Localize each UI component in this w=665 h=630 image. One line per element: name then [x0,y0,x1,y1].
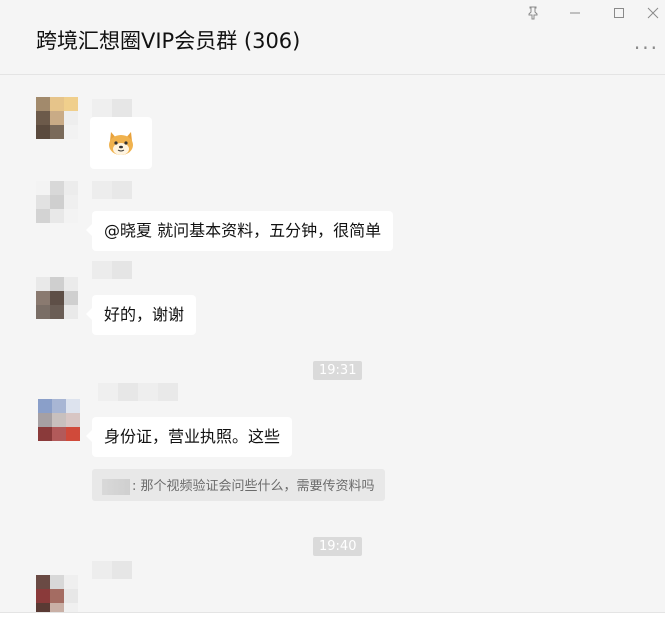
chat-header: 跨境汇想圈VIP会员群 (306) ··· [0,0,665,75]
sender-name [92,561,132,579]
message-bubble[interactable]: 身份证，营业执照。这些 [85,417,293,457]
sender-name [98,383,178,401]
sticker-message[interactable] [90,117,152,169]
sender-name [92,99,132,117]
timestamp: 19:40 [313,537,363,556]
input-area-edge[interactable] [0,612,665,630]
pin-icon[interactable] [522,4,544,22]
quoted-message[interactable]: : 那个视频验证会问些什么，需要传资料吗 [92,469,385,501]
avatar[interactable] [38,399,80,441]
more-icon[interactable]: ··· [634,36,659,60]
chat-title[interactable]: 跨境汇想圈VIP会员群 (306) [36,25,300,55]
shiba-dog-sticker [109,132,133,155]
close-icon[interactable] [642,4,664,22]
message-bubble[interactable]: @晓夏 就问基本资料，五分钟，很简单 [85,211,394,251]
sender-name [92,181,132,199]
maximize-icon[interactable] [608,4,630,22]
quoted-text: : 那个视频验证会问些什么，需要传资料吗 [132,479,375,494]
message-bubble[interactable]: 好的，谢谢 [85,295,197,335]
avatar[interactable] [36,575,78,617]
minimize-icon[interactable] [564,4,586,22]
avatar[interactable] [36,97,78,139]
message-list[interactable]: @晓夏 就问基本资料，五分钟，很简单 好的，谢谢 19:31 身份证，营业执照。… [0,75,665,629]
quoted-sender-name [102,478,130,495]
sender-name [92,261,132,279]
avatar[interactable] [36,181,78,223]
avatar[interactable] [36,277,78,319]
timestamp: 19:31 [313,361,363,380]
